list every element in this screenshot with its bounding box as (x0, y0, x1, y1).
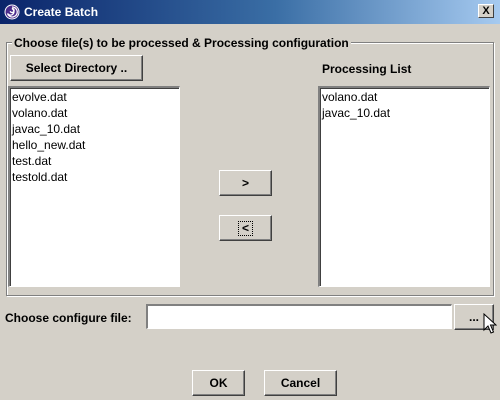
window-title: Create Batch (24, 5, 99, 19)
list-item[interactable]: volano.dat (322, 89, 487, 105)
processing-list[interactable]: volano.dat javac_10.dat (318, 86, 490, 287)
close-icon: X (482, 5, 490, 17)
list-item[interactable]: hello_new.dat (12, 137, 177, 153)
group-title: Choose file(s) to be processed & Process… (12, 36, 351, 50)
remove-label: < (237, 220, 253, 236)
list-item[interactable]: test.dat (12, 153, 177, 169)
list-item[interactable]: javac_10.dat (322, 105, 487, 121)
mouse-pointer-icon (483, 313, 497, 334)
list-item[interactable]: javac_10.dat (12, 121, 177, 137)
configure-file-field[interactable] (146, 304, 452, 329)
list-item[interactable]: testold.dat (12, 169, 177, 185)
close-button[interactable]: X (478, 4, 494, 18)
spiral-app-icon (4, 4, 20, 20)
select-directory-button[interactable]: Select Directory .. (10, 55, 143, 81)
source-file-list[interactable]: evolve.dat volano.dat javac_10.dat hello… (8, 86, 180, 287)
title-bar: Create Batch X (0, 0, 500, 24)
cancel-button[interactable]: Cancel (264, 370, 337, 396)
remove-from-list-button[interactable]: < (219, 215, 272, 241)
list-item[interactable]: evolve.dat (12, 89, 177, 105)
list-item[interactable]: volano.dat (12, 105, 177, 121)
configure-file-label: Choose configure file: (5, 311, 132, 325)
add-to-list-button[interactable]: > (219, 170, 272, 196)
processing-list-title: Processing List (322, 62, 412, 76)
ok-button[interactable]: OK (192, 370, 245, 396)
